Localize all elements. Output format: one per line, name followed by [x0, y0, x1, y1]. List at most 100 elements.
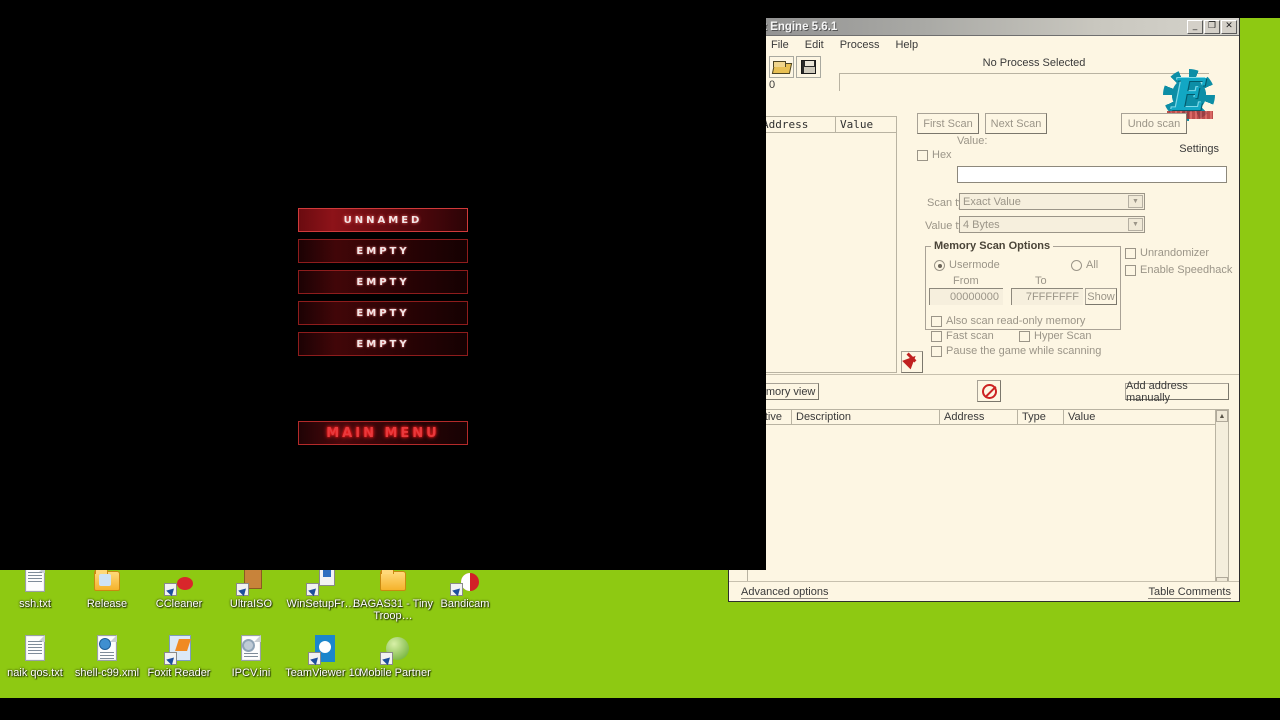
fast-scan-checkbox[interactable] [931, 330, 942, 342]
found-count-label: 0 [769, 79, 776, 91]
value-label: Value: [957, 135, 988, 147]
column-value[interactable]: Value [1063, 409, 1229, 425]
address-table-body[interactable] [747, 425, 1229, 590]
speedhack-checkbox[interactable] [1125, 264, 1136, 276]
column-type[interactable]: Type [1017, 409, 1063, 425]
add-address-manually-button[interactable]: Add address manually [1125, 380, 1229, 404]
fast-scan-label: Fast scan [946, 330, 994, 342]
save-slot-label: EMPTY [356, 338, 410, 350]
readonly-scan-row[interactable]: Also scan read-only memory [931, 315, 1085, 327]
chevron-down-icon[interactable]: ▼ [1128, 218, 1143, 231]
ini-file-icon [235, 634, 267, 666]
save-slot-2[interactable]: EMPTY [298, 239, 468, 263]
cheat-engine-window[interactable]: Cheat Engine 5.6.1 _ ❐ ✕ File Edit Proce… [728, 18, 1240, 602]
drag-crosshair-button[interactable] [901, 351, 923, 373]
main-menu-label: MAIN MENU [326, 425, 440, 441]
maximize-button[interactable]: ❐ [1204, 19, 1220, 34]
window-title: Cheat Engine 5.6.1 [735, 20, 838, 33]
save-slot-list: UNNAMED EMPTY EMPTY EMPTY EMPTY [298, 208, 468, 363]
unrandomizer-checkbox[interactable] [1125, 247, 1136, 259]
pause-game-checkbox[interactable] [931, 345, 942, 357]
column-description[interactable]: Description [791, 409, 939, 425]
menu-item-file[interactable]: File [771, 39, 789, 51]
from-address-input[interactable]: 00000000 [929, 288, 1003, 305]
scan-results-header: Address Value [757, 116, 897, 133]
no-entry-icon [981, 383, 997, 399]
close-button[interactable]: ✕ [1221, 19, 1237, 34]
minimize-button[interactable]: _ [1187, 19, 1203, 34]
letterbox-bottom [0, 698, 1280, 720]
next-scan-button[interactable]: Next Scan [985, 113, 1047, 134]
usermode-radio-row[interactable]: Usermode [934, 259, 1000, 271]
desktop-icon-label: Mobile Partner [359, 667, 431, 679]
pause-game-row[interactable]: Pause the game while scanning [931, 345, 1101, 357]
scan-type-select[interactable]: Exact Value ▼ [959, 193, 1145, 210]
save-table-button[interactable] [796, 56, 821, 78]
first-scan-button[interactable]: First Scan [917, 113, 979, 134]
to-address-input[interactable]: 7FFFFFFF [1011, 288, 1083, 305]
save-slot-label: EMPTY [356, 276, 410, 288]
usermode-radio[interactable] [934, 259, 945, 271]
stop-scan-button[interactable] [977, 380, 1001, 402]
results-column-address[interactable]: Address [757, 116, 835, 133]
desktop-icon-mobile-partner[interactable]: Mobile Partner [350, 634, 440, 680]
unrandomizer-row[interactable]: Unrandomizer [1125, 247, 1209, 259]
hex-checkbox[interactable] [917, 149, 928, 161]
process-status-label: No Process Selected [982, 57, 1086, 69]
speedhack-label: Enable Speedhack [1140, 264, 1233, 276]
menu-item-process[interactable]: Process [840, 39, 880, 51]
show-regions-button[interactable]: Show [1085, 288, 1117, 305]
desktop-icon-label: Bandicam [440, 598, 490, 610]
menu-item-edit[interactable]: Edit [805, 39, 824, 51]
shortcut-icon [379, 634, 411, 666]
to-label: To [1035, 275, 1047, 287]
save-slot-label: EMPTY [356, 245, 410, 257]
hex-checkbox-row[interactable]: Hex [917, 149, 952, 161]
value-type-value: 4 Bytes [963, 218, 1000, 231]
open-table-button[interactable] [769, 56, 794, 78]
scan-value-input[interactable] [957, 166, 1227, 183]
menu-item-help[interactable]: Help [895, 39, 918, 51]
shortcut-icon [163, 634, 195, 666]
folder-open-icon [773, 60, 790, 74]
value-type-select[interactable]: 4 Bytes ▼ [959, 216, 1145, 233]
column-address[interactable]: Address [939, 409, 1017, 425]
game-window[interactable]: UNNAMED EMPTY EMPTY EMPTY EMPTY MAIN MEN… [0, 18, 766, 570]
results-column-value[interactable]: Value [835, 116, 897, 133]
main-menu-button[interactable]: MAIN MENU [298, 421, 468, 445]
settings-label[interactable]: Settings [1179, 143, 1219, 155]
all-radio-row[interactable]: All [1071, 259, 1098, 271]
hyper-scan-row[interactable]: Hyper Scan [1019, 330, 1091, 342]
floppy-disk-icon [801, 60, 816, 74]
shortcut-icon [307, 634, 339, 666]
process-progress-bar [839, 73, 1209, 91]
hex-label: Hex [932, 149, 952, 161]
readonly-scan-checkbox[interactable] [931, 315, 942, 327]
save-slot-1[interactable]: UNNAMED [298, 208, 468, 232]
xml-file-icon [91, 634, 123, 666]
desktop-icon-bandicam[interactable]: Bandicam [420, 565, 510, 611]
save-slot-label: EMPTY [356, 307, 410, 319]
save-slot-5[interactable]: EMPTY [298, 332, 468, 356]
text-file-icon [19, 634, 51, 666]
cheat-engine-titlebar[interactable]: Cheat Engine 5.6.1 _ ❐ ✕ [729, 18, 1239, 36]
hyper-scan-checkbox[interactable] [1019, 330, 1030, 342]
from-label: From [953, 275, 979, 287]
address-table-scrollbar[interactable]: ▲ ▼ [1215, 409, 1229, 590]
scroll-up-icon[interactable]: ▲ [1216, 410, 1228, 422]
chevron-down-icon[interactable]: ▼ [1128, 195, 1143, 208]
undo-scan-button[interactable]: Undo scan [1121, 113, 1187, 134]
screen-root: ssh.txt Release CCleaner UltraISO WinSet… [0, 0, 1280, 720]
fast-scan-row[interactable]: Fast scan [931, 330, 994, 342]
speedhack-row[interactable]: Enable Speedhack [1125, 264, 1232, 276]
all-radio[interactable] [1071, 259, 1082, 271]
save-slot-3[interactable]: EMPTY [298, 270, 468, 294]
toolbar: No Process Selected 0 E [729, 53, 1239, 121]
unrandomizer-label: Unrandomizer [1140, 247, 1210, 259]
readonly-scan-label: Also scan read-only memory [946, 315, 1086, 327]
table-comments-link[interactable]: Table Comments [1148, 586, 1231, 599]
save-slot-4[interactable]: EMPTY [298, 301, 468, 325]
advanced-options-link[interactable]: Advanced options [741, 586, 829, 599]
scan-results-list[interactable] [757, 133, 897, 373]
status-bar: Advanced options Table Comments [729, 581, 1239, 601]
